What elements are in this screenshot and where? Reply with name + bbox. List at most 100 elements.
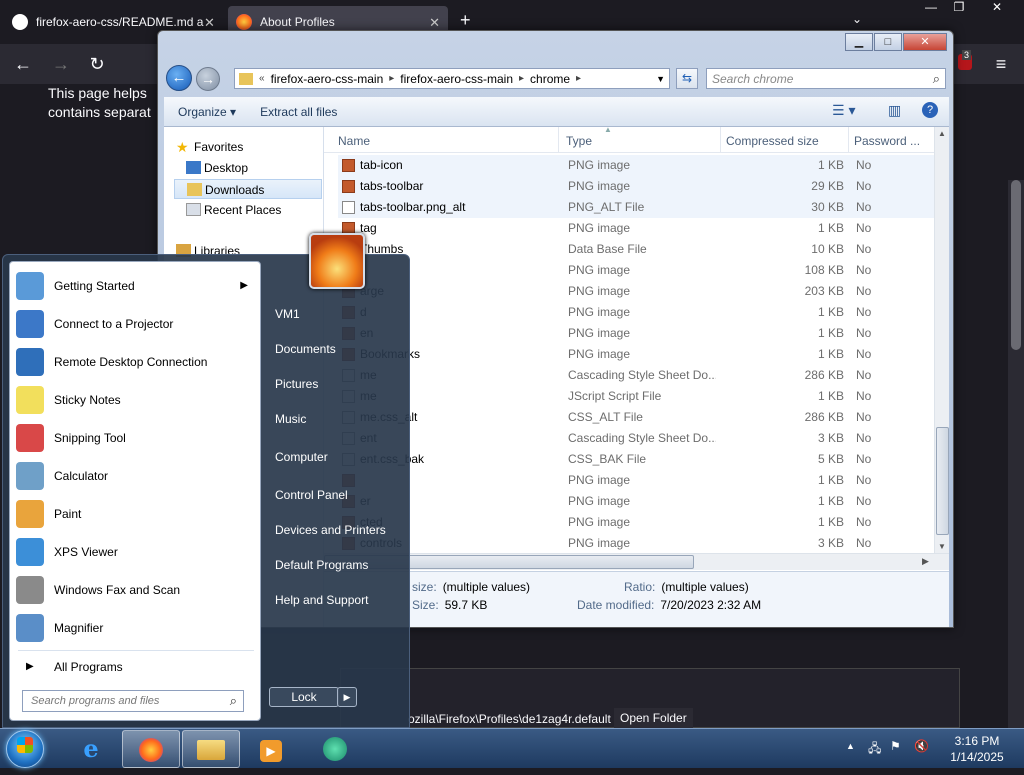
file-row[interactable]: BookmarksPNG image1 KBNo xyxy=(338,344,934,365)
refresh-icon[interactable]: ⇆ xyxy=(676,68,698,89)
start-search-input[interactable]: Search programs and files ⌕ xyxy=(22,690,244,712)
breadcrumb-item[interactable]: firefox-aero-css-main xyxy=(400,72,513,86)
forward-button[interactable]: → xyxy=(196,67,220,91)
program-item[interactable]: Getting Started ▶ xyxy=(14,268,258,304)
media-player-icon[interactable]: ▶ xyxy=(242,730,300,768)
page-scrollbar[interactable] xyxy=(1008,180,1024,728)
scrollbar-thumb[interactable] xyxy=(1011,180,1021,350)
file-row[interactable]: enPNG image1 KBNo xyxy=(338,323,934,344)
close-icon[interactable]: ✕ xyxy=(903,33,947,51)
program-item[interactable]: Calculator xyxy=(14,458,258,494)
column-type[interactable]: Type xyxy=(566,134,592,148)
start-place-item[interactable]: Control Panel xyxy=(275,484,399,506)
file-row[interactable]: meCascading Style Sheet Do...286 KBNo xyxy=(338,365,934,386)
file-explorer-icon[interactable] xyxy=(182,730,240,768)
back-button[interactable]: ← xyxy=(166,65,192,91)
action-center-flag-icon[interactable]: ⚑ xyxy=(890,739,901,753)
file-row[interactable]: tab-icon PNG image 1 KB No xyxy=(338,155,934,176)
breadcrumb-arrow-icon[interactable]: ▸ xyxy=(576,73,581,84)
scroll-right-icon[interactable]: ▶ xyxy=(922,556,929,567)
breadcrumb-item[interactable]: firefox-aero-css-main xyxy=(271,72,384,86)
program-item[interactable]: Magnifier xyxy=(14,610,258,646)
file-row[interactable]: PNG image 1 KB No xyxy=(338,470,934,491)
column-divider[interactable] xyxy=(720,127,721,153)
extract-all-button[interactable]: Extract all files xyxy=(260,105,337,119)
column-name[interactable]: Name xyxy=(338,134,370,148)
firefox-taskbar-icon[interactable] xyxy=(122,730,180,768)
program-item[interactable]: Snipping Tool xyxy=(14,420,258,456)
file-row[interactable]: meJScript Script File1 KBNo xyxy=(338,386,934,407)
start-place-item[interactable]: Documents xyxy=(275,338,399,360)
all-programs-button[interactable]: ▶ All Programs xyxy=(14,656,258,678)
search-icon[interactable]: ⌕ xyxy=(230,693,237,709)
program-item[interactable]: Sticky Notes xyxy=(14,382,258,418)
submenu-arrow-icon[interactable]: ▶ xyxy=(240,268,248,304)
start-place-item[interactable]: Pictures xyxy=(275,373,399,395)
scrollbar-thumb[interactable] xyxy=(936,427,949,535)
horizontal-scrollbar[interactable]: ▶ xyxy=(324,553,949,570)
file-row[interactable]: Thumbs Data Base File 10 KB No xyxy=(338,239,934,260)
maximize-icon[interactable]: □ xyxy=(874,33,902,51)
nav-favorites[interactable]: ★ Favorites xyxy=(164,137,322,157)
search-input[interactable]: Search chrome ⌕ xyxy=(706,68,946,89)
file-row[interactable]: controlsPNG image3 KBNo xyxy=(338,533,934,554)
menu-icon[interactable]: ≡ xyxy=(988,52,1014,76)
file-row[interactable]: PNG image 108 KB No xyxy=(338,260,934,281)
nav-downloads[interactable]: Downloads xyxy=(174,179,322,199)
volume-muted-icon[interactable]: 🔇 xyxy=(914,739,929,753)
start-place-item[interactable]: Help and Support xyxy=(275,589,399,611)
forward-arrow-icon[interactable]: → xyxy=(48,52,74,76)
close-tab-icon[interactable]: ✕ xyxy=(204,15,215,31)
overflow-chevron[interactable]: « xyxy=(259,73,265,84)
show-hidden-icons[interactable]: ▲ xyxy=(846,741,855,751)
file-row[interactable]: tag PNG image 1 KB No xyxy=(338,218,934,239)
file-row[interactable]: tabs-toolbar.png_alt PNG_ALT File 30 KB No xyxy=(338,197,934,218)
program-item[interactable]: Paint xyxy=(14,496,258,532)
user-picture[interactable] xyxy=(309,233,365,289)
start-place-item[interactable]: Music xyxy=(275,408,399,430)
vertical-scrollbar[interactable]: ▲ ▼ xyxy=(934,127,949,553)
clock[interactable]: 3:16 PM 1/14/2025 xyxy=(942,733,1012,765)
file-row[interactable]: ent.css_bakCSS_BAK File5 KBNo xyxy=(338,449,934,470)
list-all-tabs-button[interactable]: ⌄ xyxy=(852,12,862,26)
address-dropdown-icon[interactable]: ▼ xyxy=(656,74,665,84)
file-row[interactable]: dPNG image1 KBNo xyxy=(338,302,934,323)
program-item[interactable]: Windows Fax and Scan xyxy=(14,572,258,608)
column-divider[interactable] xyxy=(558,127,559,153)
minimize-icon[interactable]: ▁ xyxy=(845,33,873,51)
shutdown-options-icon[interactable]: ▶ xyxy=(337,687,357,707)
scroll-down-icon[interactable]: ▼ xyxy=(938,542,946,551)
start-place-item[interactable]: VM1 xyxy=(275,303,399,325)
breadcrumb-arrow-icon[interactable]: ▸ xyxy=(519,73,524,84)
file-row[interactable]: me.css_altCSS_ALT File286 KBNo xyxy=(338,407,934,428)
nav-recent-places[interactable]: Recent Places xyxy=(174,200,322,220)
preview-pane-icon[interactable]: ▥ xyxy=(888,102,901,119)
restore-icon[interactable]: ❐ xyxy=(940,0,978,20)
column-compressed-size[interactable]: Compressed size xyxy=(726,134,819,148)
network-icon[interactable]: 🖧 xyxy=(868,739,881,760)
file-row[interactable]: argePNG image203 KBNo xyxy=(338,281,934,302)
new-tab-button[interactable]: + xyxy=(460,10,471,31)
column-divider[interactable] xyxy=(848,127,849,153)
search-icon[interactable]: ⌕ xyxy=(933,71,940,87)
reload-icon[interactable]: ↻ xyxy=(84,52,110,76)
back-arrow-icon[interactable]: ← xyxy=(10,52,36,76)
file-row[interactable]: entCascading Style Sheet Do...3 KBNo xyxy=(338,428,934,449)
open-folder-button[interactable]: Open Folder xyxy=(614,708,693,730)
internet-explorer-icon[interactable]: e xyxy=(62,730,120,768)
start-button[interactable] xyxy=(6,730,44,768)
close-icon[interactable]: ✕ xyxy=(978,0,1016,20)
start-place-item[interactable]: Devices and Printers xyxy=(275,519,399,541)
view-options-icon[interactable]: ☰ ▾ xyxy=(832,102,855,119)
help-icon[interactable]: ? xyxy=(922,102,938,118)
file-row[interactable]: erPNG image1 KBNo xyxy=(338,491,934,512)
program-item[interactable]: Connect to a Projector xyxy=(14,306,258,342)
breadcrumb-item[interactable]: chrome xyxy=(530,72,570,86)
nav-desktop[interactable]: Desktop xyxy=(174,158,322,178)
start-place-item[interactable]: Computer xyxy=(275,446,399,468)
scroll-up-icon[interactable]: ▲ xyxy=(938,129,946,138)
program-item[interactable]: Remote Desktop Connection xyxy=(14,344,258,380)
program-item[interactable]: XPS Viewer xyxy=(14,534,258,570)
organize-button[interactable]: Organize ▾ xyxy=(178,105,236,119)
file-row[interactable]: tabs-toolbar PNG image 29 KB No xyxy=(338,176,934,197)
